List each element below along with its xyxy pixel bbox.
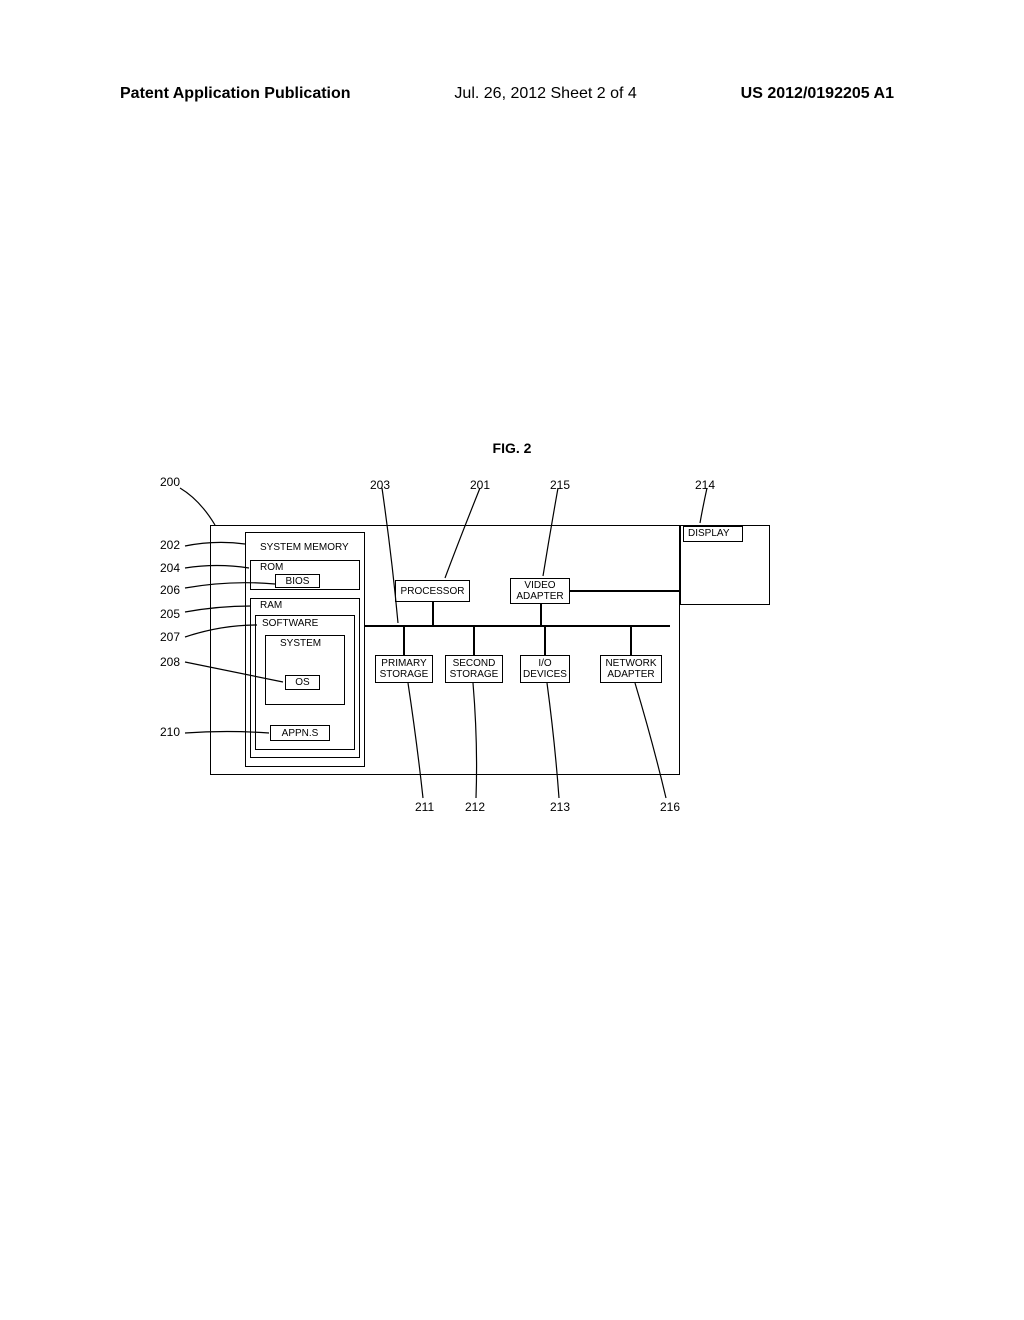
- second-storage-box: SECOND STORAGE: [445, 655, 503, 683]
- bus-line: [365, 625, 670, 627]
- lead-214: [695, 488, 720, 528]
- second-storage-text: SECOND STORAGE: [450, 658, 499, 680]
- system-label: SYSTEM: [280, 638, 321, 649]
- second-storage-conn: [473, 626, 475, 655]
- ref-213: 213: [550, 800, 570, 814]
- software-label: SOFTWARE: [262, 618, 318, 629]
- video-display-conn: [570, 590, 680, 592]
- io-devices-conn: [544, 626, 546, 655]
- header-right: US 2012/0192205 A1: [741, 85, 894, 103]
- ref-211: 211: [415, 800, 434, 814]
- system-memory-label: SYSTEM MEMORY: [260, 542, 349, 553]
- page-header: Patent Application Publication Jul. 26, …: [0, 85, 1024, 103]
- ref-210: 210: [160, 725, 180, 739]
- ref-216: 216: [660, 800, 680, 814]
- appns-box: APPN.S: [270, 725, 330, 741]
- io-devices-text: I/O DEVICES: [523, 658, 567, 680]
- network-adapter-text: NETWORK ADAPTER: [605, 658, 656, 680]
- ref-200: 200: [160, 475, 180, 489]
- processor-box: PROCESSOR: [395, 580, 470, 602]
- primary-storage-text: PRIMARY STORAGE: [380, 658, 429, 680]
- ref-205: 205: [160, 607, 180, 621]
- processor-conn: [432, 602, 434, 625]
- video-adapter-box: VIDEO ADAPTER: [510, 578, 570, 604]
- display-text2: DISPLAY: [688, 528, 730, 539]
- ref-204: 204: [160, 561, 180, 575]
- video-adapter-text: VIDEO ADAPTER: [516, 580, 563, 602]
- diagram-stage: DISPLAY DISPLAY SYSTEM MEMORY ROM BIOS R…: [150, 470, 880, 830]
- ref-201: 201: [470, 478, 490, 492]
- ram-label: RAM: [260, 600, 282, 611]
- rom-label: ROM: [260, 562, 283, 573]
- ref-206: 206: [160, 583, 180, 597]
- primary-storage-box: PRIMARY STORAGE: [375, 655, 433, 683]
- bios-box: BIOS: [275, 574, 320, 588]
- ref-207: 207: [160, 630, 180, 644]
- ref-214: 214: [695, 478, 715, 492]
- ref-215: 215: [550, 478, 570, 492]
- header-mid: Jul. 26, 2012 Sheet 2 of 4: [454, 85, 636, 103]
- os-box: OS: [285, 675, 320, 690]
- display-span: DISPLAY: [688, 528, 730, 539]
- figure-title: FIG. 2: [0, 440, 1024, 456]
- header-left: Patent Application Publication: [120, 85, 351, 103]
- ref-203: 203: [370, 478, 390, 492]
- primary-storage-conn: [403, 626, 405, 655]
- ref-212: 212: [465, 800, 485, 814]
- video-adapter-conn: [540, 604, 542, 625]
- ref-202: 202: [160, 538, 180, 552]
- network-adapter-box: NETWORK ADAPTER: [600, 655, 662, 683]
- network-adapter-conn: [630, 626, 632, 655]
- io-devices-box: I/O DEVICES: [520, 655, 570, 683]
- ref-208: 208: [160, 655, 180, 669]
